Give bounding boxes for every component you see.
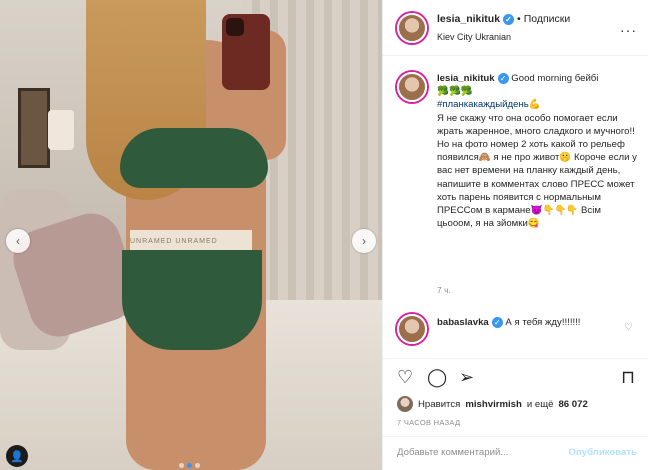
caption-time: 7 ч. [437, 285, 451, 295]
add-comment-bar: Опубликовать [383, 436, 648, 470]
caption-lead: Good morning бейбі [511, 73, 599, 84]
author-line: lesia_nikituk ✓ • Подписки [437, 13, 570, 25]
muscle-emoji: 💪 [528, 99, 541, 111]
more-options-icon[interactable]: ··· [620, 22, 637, 38]
tagged-user-icon[interactable]: 👤 [6, 445, 28, 467]
carousel-next-button[interactable]: › [352, 229, 376, 253]
post-side-panel: lesia_nikituk ✓ • Подписки Kiev City Ukrani… [382, 0, 648, 470]
likes-summary: Нравится mishvirmish и ещё 86 072 [397, 396, 588, 412]
carousel-prev-button[interactable]: ‹ [6, 229, 30, 253]
comment-item: babaslavka ✓ А я тебя жду!!!!!!! ♡ [383, 308, 648, 358]
chevron-right-icon: › [362, 234, 366, 248]
shush-emoji: 🤫 [559, 152, 572, 164]
likes-count[interactable]: 86 072 [558, 399, 587, 410]
publish-button[interactable]: Опубликовать [568, 447, 637, 458]
devil-pointing-emojis: 😈👇👇👇 [530, 205, 579, 217]
carousel-dot [179, 463, 184, 468]
photo-waistband: UNRAMED UNRAMED UNRAMED [130, 230, 252, 263]
like-icon[interactable]: ♡ [397, 367, 413, 388]
verified-badge-icon: ✓ [497, 72, 509, 84]
photo-green-top [120, 128, 268, 188]
instagram-post-view: UNRAMED UNRAMED UNRAMED ‹ › 👤 lesia_niki… [0, 0, 648, 470]
liker-avatar[interactable] [397, 396, 413, 412]
photo-green-bottom [122, 250, 262, 350]
carousel-dot [195, 463, 200, 468]
post-photo[interactable]: UNRAMED UNRAMED UNRAMED ‹ › 👤 [0, 0, 382, 470]
comment-like-icon[interactable]: ♡ [624, 322, 633, 333]
likes-prefix: Нравится [418, 398, 461, 410]
carousel-dot-active [187, 463, 192, 468]
save-icon[interactable]: ⊓ [621, 367, 635, 388]
commenter-avatar[interactable] [397, 314, 427, 344]
verified-badge-icon: ✓ [503, 13, 515, 25]
liker-username[interactable]: mishvirmish [465, 399, 522, 410]
author-username[interactable]: lesia_nikituk [437, 13, 500, 25]
comment-body: babaslavka ✓ А я тебя жду!!!!!!! [437, 316, 627, 329]
post-actions: ♡ ◯ ➢ ⊓ [383, 358, 648, 394]
post-timestamp: 7 ЧАСОВ НАЗАД [397, 418, 461, 427]
likes-middle: и ещё [526, 398, 554, 410]
commenter-username[interactable]: babaslavka [437, 317, 489, 328]
photo-lamp [48, 110, 74, 150]
comment-text: А я тебя жду!!!!!!! [505, 317, 581, 328]
following-button[interactable]: Подписки [524, 13, 571, 25]
caption-username[interactable]: lesia_nikituk [437, 73, 495, 84]
header-separator: • [517, 13, 521, 25]
monkey-emoji: 🙈 [478, 152, 491, 164]
caption-author-avatar[interactable] [397, 72, 427, 102]
photo-wall-art [18, 88, 50, 168]
comment-icon[interactable]: ◯ [427, 367, 447, 388]
comment-input[interactable] [397, 447, 557, 458]
caption-hashtag[interactable]: #планкакаждыйдень [437, 99, 529, 110]
broccoli-emoji-line: 🥦🥦🥦 [437, 86, 473, 98]
photo-phone-camera [226, 18, 244, 36]
chevron-left-icon: ‹ [16, 234, 20, 248]
author-avatar[interactable] [397, 13, 427, 43]
photo-person: UNRAMED UNRAMED UNRAMED [86, 0, 316, 470]
verified-badge-icon: ✓ [491, 316, 503, 328]
yum-emoji: 😋 [527, 218, 540, 230]
caption-text-2: я не про живот [490, 152, 560, 164]
share-icon[interactable]: ➢ [459, 367, 474, 388]
post-location[interactable]: Kiev City Ukranian [437, 32, 511, 42]
carousel-dots [179, 463, 200, 468]
caption-body: lesia_nikituk ✓ Good morning бейбі 🥦🥦🥦 #п… [437, 72, 637, 230]
post-header: lesia_nikituk ✓ • Подписки Kiev City Ukrani… [383, 0, 648, 56]
